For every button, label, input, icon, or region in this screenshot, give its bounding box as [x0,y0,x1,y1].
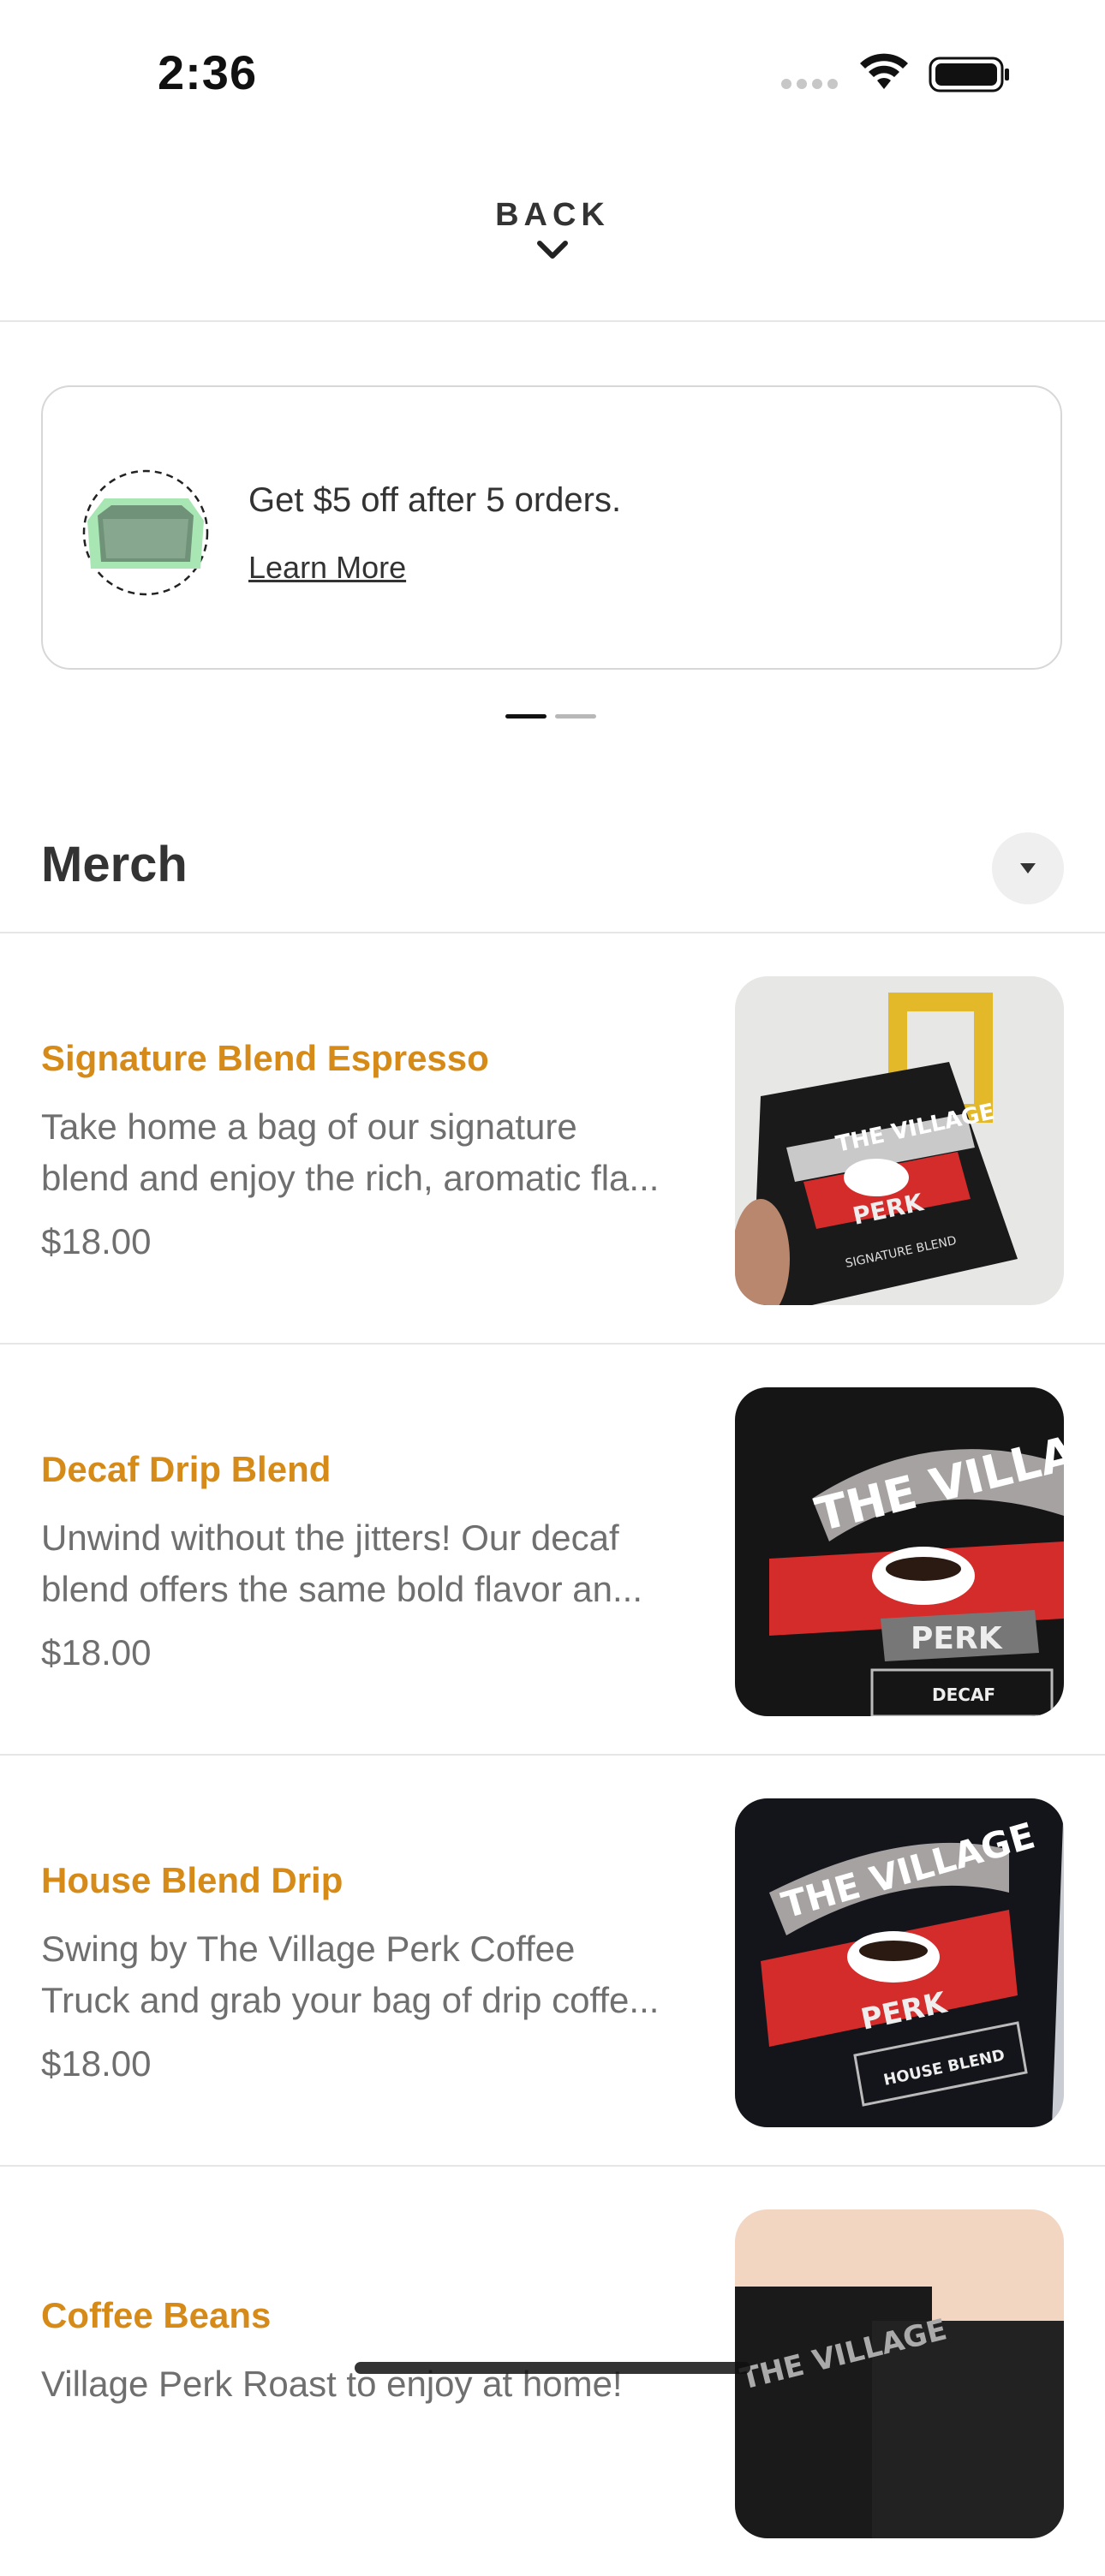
back-button[interactable]: BACK [0,197,1105,261]
menu-item[interactable]: Decaf Drip Blend Unwind without the jitt… [0,1345,1105,1754]
battery-icon [929,57,1009,92]
header-divider [0,320,1105,322]
chevron-down-icon [537,241,568,259]
carousel-dot[interactable] [505,714,547,719]
home-indicator[interactable] [355,2362,750,2374]
back-label: BACK [495,197,610,233]
item-name: Coffee Beans [41,2295,272,2335]
item-image: THE VILLAGE [735,2209,1064,2538]
item-price: $18.00 [41,1221,152,1261]
menu-item[interactable]: Signature Blend Espresso Take home a bag… [0,933,1105,1343]
item-name: Decaf Drip Blend [41,1449,332,1489]
signal-icon [781,79,838,89]
item-name: House Blend Drip [41,1860,343,1900]
promo-title: Get $5 off after 5 orders. [248,481,622,519]
item-description: Swing by The Village Perk Coffee Truck an… [41,1929,660,2020]
learn-more-link[interactable]: Learn More [248,550,406,586]
punch-card-icon [82,469,209,596]
item-image: THE VILLAGE PERK SIGNATURE BLEND [735,976,1064,1305]
carousel-dot[interactable] [555,714,596,719]
item-name: Signature Blend Espresso [41,1038,489,1078]
wifi-icon [860,53,908,89]
item-description: Take home a bag of our signature blend an… [41,1106,660,1198]
promo-card[interactable]: Get $5 off after 5 orders. Learn More [41,385,1062,670]
item-image: THE VILLAGE PERK DECAF [735,1387,1064,1716]
carousel-pagination[interactable] [505,714,596,719]
item-price: $18.00 [41,1632,152,1673]
item-image: THE VILLAGE PERK HOUSE BLEND [735,1798,1064,2127]
bag-label: DECAF [932,1685,995,1705]
status-time: 2:36 [158,45,258,99]
caret-down-icon [1020,863,1036,874]
collapse-button[interactable] [992,832,1064,904]
svg-text:PERK: PERK [911,1621,1003,1656]
section-title: Merch [41,837,188,892]
item-description: Unwind without the jitters! Our decaf ble… [41,1518,642,1609]
item-price: $18.00 [41,2043,152,2084]
menu-item[interactable]: House Blend Drip Swing by The Village Pe… [0,1756,1105,2165]
